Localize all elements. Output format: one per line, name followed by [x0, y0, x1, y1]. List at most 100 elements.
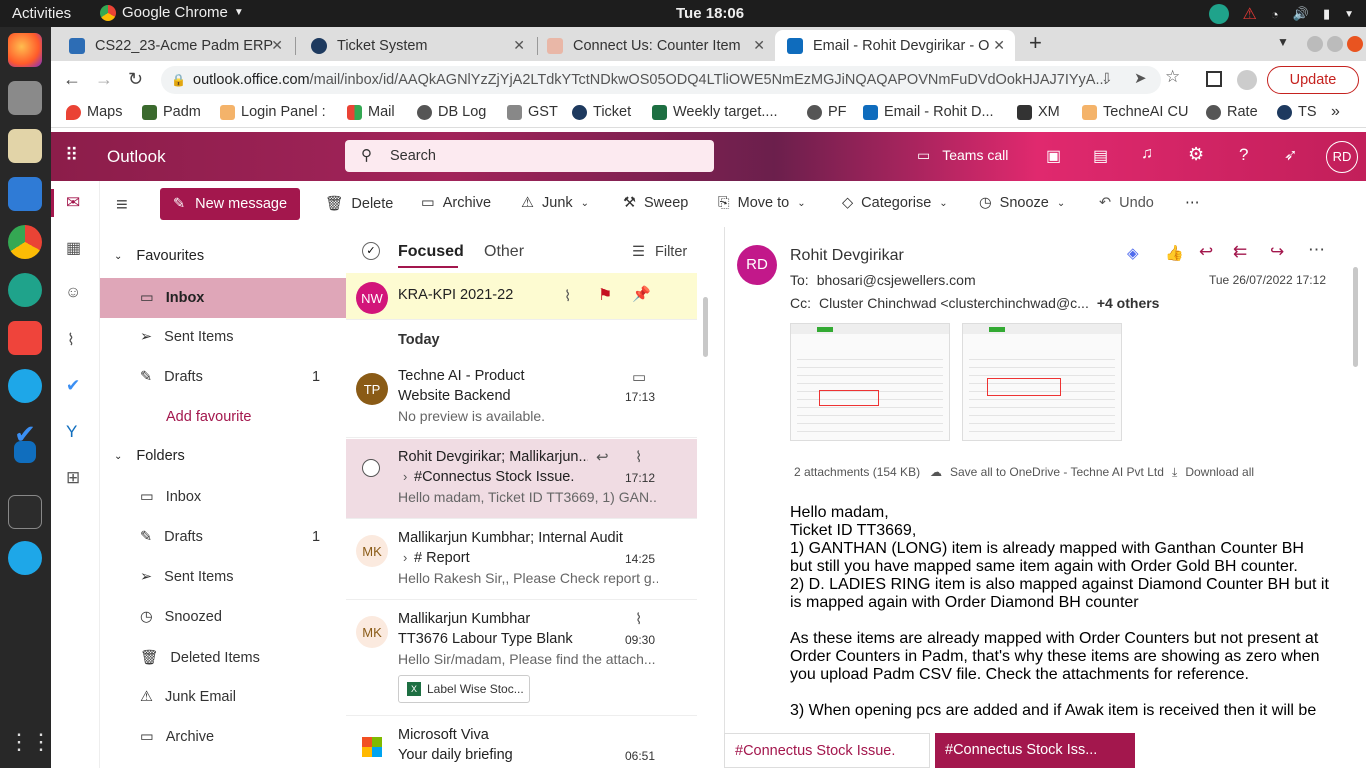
- bookmark-item[interactable]: Login Panel :: [220, 104, 326, 120]
- pin-icon[interactable]: 📌: [632, 285, 651, 303]
- show-apps-icon[interactable]: ⋮⋮: [8, 725, 52, 759]
- reply-all-icon[interactable]: ⇇: [1233, 242, 1247, 262]
- feedback-icon[interactable]: ➶: [1284, 145, 1297, 165]
- people-icon[interactable]: ☺: [65, 284, 81, 302]
- draft-tab-active[interactable]: #Connectus Stock Iss...: [935, 733, 1135, 768]
- nav-favourite-inbox[interactable]: ▭ Inbox: [100, 278, 346, 318]
- apps-icon[interactable]: ⊞: [66, 468, 80, 488]
- close-window-icon[interactable]: [1347, 36, 1363, 52]
- like-icon[interactable]: 👍: [1165, 244, 1184, 262]
- back-icon[interactable]: ←: [63, 69, 81, 90]
- attach-icon[interactable]: ⌇: [67, 330, 75, 350]
- hamburger-icon[interactable]: ≡: [116, 194, 128, 217]
- update-button[interactable]: Update: [1267, 66, 1359, 94]
- list-item[interactable]: TP Techne AI - Product Website Backend N…: [346, 358, 697, 438]
- more-bookmarks-icon[interactable]: »: [1331, 103, 1340, 121]
- favourites-header[interactable]: ⌄ Favourites: [114, 248, 204, 264]
- nav-folder-sent[interactable]: ➢ Sent Items: [140, 569, 233, 585]
- tab-erp[interactable]: CS22_23-Acme Padm ERP ✕: [57, 30, 293, 61]
- nav-folder-inbox[interactable]: ▭ Inbox: [140, 489, 201, 505]
- todo-check-icon[interactable]: ✔: [66, 376, 80, 396]
- sweep-button[interactable]: ⚒ Sweep: [623, 195, 688, 211]
- tab-ticket-system[interactable]: Ticket System ✕: [299, 30, 535, 61]
- bookmark-item[interactable]: TechneAI CU: [1082, 104, 1188, 120]
- bookmark-item[interactable]: XM: [1017, 104, 1060, 120]
- calendar-icon[interactable]: ▦: [66, 238, 81, 258]
- rhythmbox-icon[interactable]: [8, 129, 42, 163]
- minimize-icon[interactable]: [1307, 36, 1323, 52]
- tab-search-icon[interactable]: ▼: [1277, 35, 1289, 49]
- help-icon[interactable]: ?: [1239, 145, 1248, 165]
- share-icon[interactable]: ➤: [1134, 69, 1147, 87]
- word-icon[interactable]: ▣: [1046, 146, 1061, 166]
- yammer-icon[interactable]: Y: [66, 422, 77, 442]
- cc-recipient[interactable]: Cluster Chinchwad <clusterchinchwad@c...: [819, 295, 1089, 311]
- avatar[interactable]: RD: [1326, 141, 1358, 173]
- system-tray[interactable]: ⚠ ◔ 🔊 ▮ ▼: [1208, 4, 1354, 24]
- firefox-icon[interactable]: [8, 33, 42, 67]
- files-icon[interactable]: [8, 81, 42, 115]
- attach-icon[interactable]: ⌇: [564, 287, 571, 305]
- bookmark-item[interactable]: TS: [1277, 104, 1317, 120]
- address-bar[interactable]: 🔒 outlook.office.com/mail/inbox/id/AAQkA…: [161, 66, 1161, 94]
- archive-button[interactable]: ▭ Archive: [421, 195, 491, 211]
- gear-icon[interactable]: ⚙: [1188, 144, 1204, 165]
- writer-icon[interactable]: [8, 177, 42, 211]
- nav-folder-drafts[interactable]: ✎ Drafts 1: [140, 529, 320, 545]
- cc-more[interactable]: +4 others: [1097, 295, 1160, 311]
- forward-icon[interactable]: ↪: [1270, 242, 1284, 262]
- select-circle-icon[interactable]: [362, 459, 380, 477]
- tab-focused[interactable]: Focused: [398, 243, 464, 261]
- warning-icon[interactable]: ⚠: [1243, 4, 1257, 24]
- more-options-icon[interactable]: ⋯: [1185, 195, 1200, 211]
- filter-button[interactable]: ☰ Filter: [632, 244, 687, 260]
- forward-icon[interactable]: →: [95, 69, 113, 90]
- install-icon[interactable]: ⇩: [1101, 70, 1113, 87]
- bookmark-star-icon[interactable]: ☆: [1165, 67, 1180, 87]
- more-options-icon[interactable]: ⋯: [1308, 240, 1325, 260]
- bookmark-item[interactable]: Maps: [66, 104, 122, 120]
- app-menu[interactable]: Google Chrome ▼: [100, 4, 244, 21]
- bookmark-item[interactable]: PF: [807, 104, 847, 120]
- nav-favourite-drafts[interactable]: ✎ Drafts 1: [140, 369, 320, 385]
- list-item-selected[interactable]: Rohit Devgirikar; Mallikarjun... ↩ ⌇ › #…: [346, 439, 697, 519]
- vpn-icon[interactable]: [8, 273, 42, 307]
- attachment-chip[interactable]: X Label Wise Stoc...: [398, 675, 530, 703]
- app-indicator-icon[interactable]: [1208, 4, 1229, 24]
- list-item[interactable]: MK Mallikarjun Kumbhar ⌇ TT3676 Labour T…: [346, 601, 697, 716]
- skype-icon[interactable]: [8, 541, 42, 575]
- wifi-icon[interactable]: ◔: [1271, 7, 1279, 22]
- sender-name[interactable]: Rohit Devgirikar: [790, 247, 904, 265]
- maximize-icon[interactable]: [1327, 36, 1343, 52]
- teams-call-button[interactable]: ▭ Teams call: [917, 147, 1008, 164]
- activities-button[interactable]: Activities: [12, 5, 71, 22]
- chevron-down-icon[interactable]: ▼: [1344, 9, 1354, 20]
- mail-icon[interactable]: ✉: [66, 193, 80, 213]
- attachment-thumbnail[interactable]: [790, 323, 950, 441]
- reload-icon[interactable]: ↻: [128, 69, 143, 90]
- outlook-brand[interactable]: Outlook: [107, 147, 166, 167]
- app-launcher-icon[interactable]: ⠿: [65, 145, 79, 166]
- reply-icon[interactable]: ↩: [1199, 242, 1213, 262]
- list-item[interactable]: Microsoft Viva Your daily briefing 06:51: [346, 717, 697, 777]
- close-icon[interactable]: ✕: [513, 37, 525, 54]
- nav-folder-deleted[interactable]: 🗑 Deleted Items: [140, 649, 260, 667]
- tab-connect-us[interactable]: Connect Us: Counter Item ✕: [535, 30, 775, 61]
- select-all-icon[interactable]: ✓: [362, 242, 380, 260]
- draft-tab[interactable]: #Connectus Stock Issue.: [724, 733, 930, 768]
- profile-icon[interactable]: [1237, 70, 1257, 90]
- flag-icon[interactable]: ⚑: [598, 285, 612, 305]
- delete-button[interactable]: 🗑 Delete: [325, 195, 393, 213]
- side-panel-icon[interactable]: [1206, 71, 1222, 87]
- download-all-button[interactable]: ⤓ Download all: [1172, 465, 1254, 480]
- junk-button[interactable]: ⚠ Junk ⌄: [521, 195, 589, 211]
- close-icon[interactable]: ✕: [753, 37, 765, 54]
- calendar-check-icon[interactable]: ▤: [1093, 146, 1108, 166]
- bookmark-item[interactable]: Weekly target....: [652, 104, 778, 120]
- attachment-thumbnail[interactable]: [962, 323, 1122, 441]
- tab-other[interactable]: Other: [484, 243, 524, 261]
- to-recipient[interactable]: bhosari@csjewellers.com: [817, 272, 976, 288]
- yammer-icon[interactable]: [14, 441, 36, 463]
- add-favourite-link[interactable]: Add favourite: [166, 409, 251, 425]
- bookmark-item[interactable]: GST: [507, 104, 558, 120]
